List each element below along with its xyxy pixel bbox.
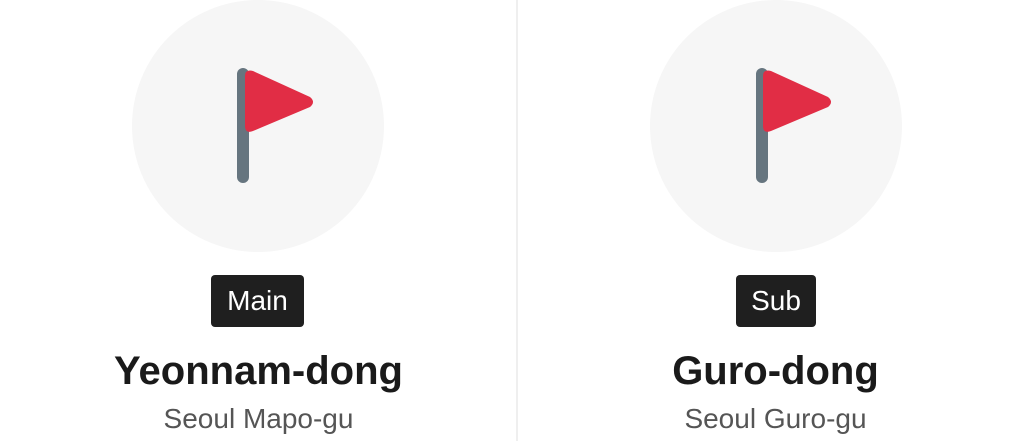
location-card-main[interactable]: Main Yeonnam-dong Seoul Mapo-gu	[0, 0, 517, 441]
location-name: Guro-dong	[672, 349, 879, 393]
location-district: Seoul Guro-gu	[684, 403, 867, 434]
location-icon-circle	[650, 0, 902, 252]
card-divider	[516, 0, 518, 441]
red-flag-icon	[756, 68, 831, 183]
location-name: Yeonnam-dong	[114, 349, 403, 393]
location-district: Seoul Mapo-gu	[163, 403, 354, 434]
location-badge: Main	[211, 275, 304, 327]
red-flag-icon	[237, 68, 313, 183]
location-icon-circle	[132, 0, 384, 252]
location-badge: Sub	[736, 275, 816, 327]
location-card-sub[interactable]: Sub Guro-dong Seoul Guro-gu	[517, 0, 1034, 441]
location-cards: Main Yeonnam-dong Seoul Mapo-gu Sub Guro…	[0, 0, 1034, 441]
